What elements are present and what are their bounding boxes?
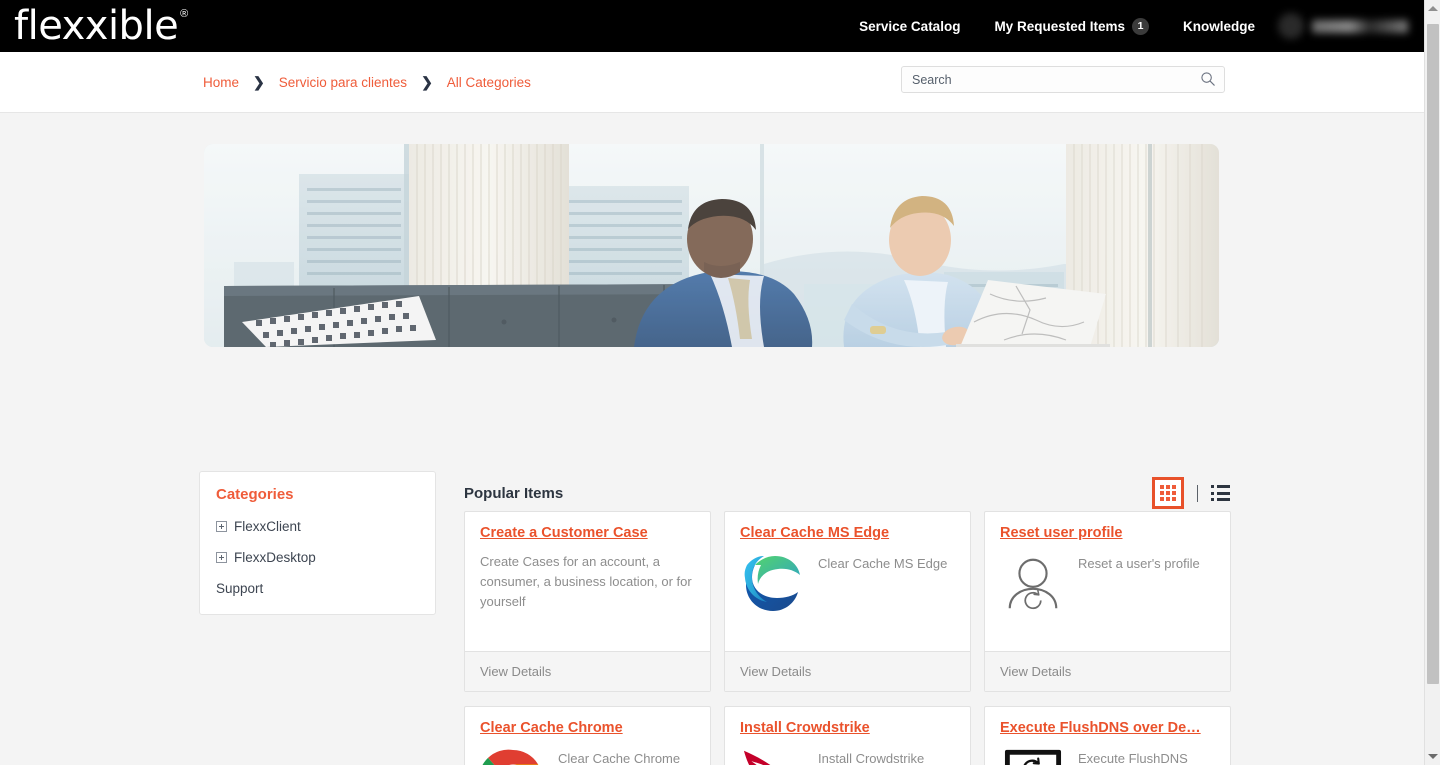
card-content: Create Cases for an account, a consumer,… (480, 552, 695, 612)
nav-item-service-catalog[interactable]: Service Catalog (842, 19, 977, 34)
card-content: Reset a user's profile (1000, 552, 1215, 618)
brand-logo-text: flexxible (14, 3, 179, 49)
view-details-button[interactable]: View Details (985, 651, 1230, 691)
breadcrumb-separator-icon: ❯ (253, 74, 265, 90)
scrollbar-thumb[interactable] (1427, 24, 1439, 684)
card-title-link[interactable]: Clear Cache MS Edge (740, 525, 955, 541)
sidebar-item-label: FlexxDesktop (234, 550, 316, 565)
browser-scrollbar[interactable] (1424, 0, 1440, 765)
card-content: Clear Cache MS Edge (740, 552, 955, 618)
card-title-link[interactable]: Reset user profile (1000, 525, 1215, 541)
card-body: Reset user profile Reset a user's profil… (985, 512, 1230, 651)
scrollbar-down-arrow-icon[interactable] (1425, 748, 1440, 765)
microsoft-edge-icon (740, 552, 806, 618)
view-details-button[interactable]: View Details (465, 651, 710, 691)
card-content: Clear Cache Chrome (480, 747, 695, 765)
catalog-card-create-a-customer-case[interactable]: Create a Customer Case Create Cases for … (464, 511, 711, 692)
card-description: Execute FlushDNS over Device (1078, 751, 1188, 765)
search-input[interactable] (901, 66, 1225, 93)
breadcrumb-bar: Home ❯ Servicio para clientes ❯ All Cate… (0, 52, 1424, 113)
monitor-refresh-glyph (1004, 749, 1062, 765)
list-view-icon-row (1211, 485, 1231, 488)
hero-banner-illustration (204, 144, 1219, 347)
breadcrumb-item-all-categories[interactable]: All Categories (447, 75, 531, 90)
card-body: Execute FlushDNS over De… Execute FlushD… (985, 707, 1230, 765)
popular-items-header: Popular Items (464, 477, 1231, 509)
card-title-link[interactable]: Clear Cache Chrome (480, 720, 695, 736)
breadcrumb-item-home[interactable]: Home (203, 75, 239, 90)
card-description: Clear Cache Chrome (558, 751, 681, 765)
catalog-card-grid: Create a Customer Case Create Cases for … (464, 511, 1237, 765)
crowdstrike-icon: CROWDSTRIKE (740, 747, 806, 765)
search-container (901, 66, 1225, 93)
card-body: Install Crowdstrike CROWDSTRIKE (725, 707, 970, 765)
catalog-card-install-crowdstrike[interactable]: Install Crowdstrike CROWDSTRIKE (724, 706, 971, 765)
card-description: Create Cases for an account, a consumer,… (480, 554, 692, 609)
scrollbar-up-arrow-icon[interactable] (1425, 0, 1440, 17)
categories-title: Categories (216, 486, 294, 503)
sidebar-item-support[interactable]: Support (200, 573, 435, 604)
card-title-link[interactable]: Create a Customer Case (480, 525, 695, 541)
expand-plus-icon[interactable] (216, 552, 227, 563)
categories-panel: Categories FlexxClient FlexxDesktop Supp… (199, 471, 436, 615)
catalog-card-clear-cache-chrome[interactable]: Clear Cache Chrome Clear Cache Chrome (464, 706, 711, 765)
crowdstrike-logo-block: CROWDSTRIKE (740, 747, 806, 765)
card-description: Reset a user's profile (1078, 556, 1200, 571)
breadcrumb: Home ❯ Servicio para clientes ❯ All Cate… (203, 52, 531, 113)
microsoft-edge-glyph (744, 556, 800, 611)
user-profile-reset-glyph (1008, 558, 1058, 610)
grid-view-toggle[interactable] (1152, 477, 1184, 509)
monitor-refresh-icon (1000, 747, 1066, 765)
primary-navigation: Service Catalog My Requested Items 1 Kno… (842, 0, 1408, 52)
card-body: Clear Cache MS Edge Clear Cache MS Edge (725, 512, 970, 651)
hero-banner-image (204, 144, 1219, 347)
brand-logo[interactable]: flexxible ® (14, 4, 188, 48)
card-body: Clear Cache Chrome Clear Cache Chrome (465, 707, 710, 765)
browser-viewport: flexxible ® Service Catalog My Requested … (0, 0, 1424, 765)
catalog-card-clear-cache-ms-edge[interactable]: Clear Cache MS Edge Clear Cache MS Edge … (724, 511, 971, 692)
registered-trademark-icon: ® (180, 7, 189, 20)
nav-label-my-requested-items: My Requested Items (994, 18, 1125, 34)
catalog-card-execute-flushdns-over-device[interactable]: Execute FlushDNS over De… Execute FlushD… (984, 706, 1231, 765)
section-title: Popular Items (464, 484, 564, 502)
list-view-icon-row (1211, 498, 1231, 501)
user-name-redacted (1312, 19, 1408, 33)
page-root: flexxible ® Service Catalog My Requested … (0, 0, 1440, 765)
sidebar-item-label: FlexxClient (234, 519, 301, 534)
user-profile-reset-icon (1000, 552, 1066, 618)
crowdstrike-falcon-glyph (743, 750, 771, 765)
requested-items-count-badge: 1 (1131, 17, 1149, 35)
nav-item-my-requested-items[interactable]: My Requested Items 1 (977, 17, 1166, 35)
toggle-divider (1197, 484, 1198, 502)
nav-item-knowledge[interactable]: Knowledge (1166, 19, 1272, 34)
card-title-link[interactable]: Install Crowdstrike (740, 720, 955, 736)
breadcrumb-separator-icon: ❯ (421, 74, 433, 90)
top-header-bar: flexxible ® Service Catalog My Requested … (0, 0, 1424, 52)
card-content: CROWDSTRIKE Install Crowdstrike (740, 747, 955, 765)
expand-plus-icon[interactable] (216, 521, 227, 532)
list-view-toggle[interactable] (1211, 483, 1231, 503)
breadcrumb-item-servicio-para-clientes[interactable]: Servicio para clientes (279, 75, 407, 90)
google-chrome-glyph (482, 749, 539, 765)
grid-view-icon (1160, 485, 1176, 501)
card-content: Execute FlushDNS over Device (1000, 747, 1215, 765)
sidebar-item-flexxclient[interactable]: FlexxClient (200, 511, 435, 542)
card-description: Clear Cache MS Edge (818, 556, 948, 571)
card-body: Create a Customer Case Create Cases for … (465, 512, 710, 651)
user-account-menu[interactable] (1278, 11, 1408, 41)
sidebar-item-flexxdesktop[interactable]: FlexxDesktop (200, 542, 435, 573)
catalog-card-reset-user-profile[interactable]: Reset user profile Reset a user's profil… (984, 511, 1231, 692)
avatar (1278, 13, 1304, 39)
card-title-link[interactable]: Execute FlushDNS over De… (1000, 720, 1215, 736)
page-body: Categories FlexxClient FlexxDesktop Supp… (0, 113, 1424, 765)
view-details-button[interactable]: View Details (725, 651, 970, 691)
nav-label-service-catalog: Service Catalog (859, 18, 961, 34)
sidebar-item-label: Support (216, 581, 264, 596)
card-description: Install Crowdstrike (818, 751, 925, 765)
google-chrome-icon (480, 747, 546, 765)
list-view-icon-row (1211, 491, 1231, 495)
nav-label-knowledge: Knowledge (1182, 18, 1255, 34)
view-toggle-group (1152, 477, 1231, 509)
